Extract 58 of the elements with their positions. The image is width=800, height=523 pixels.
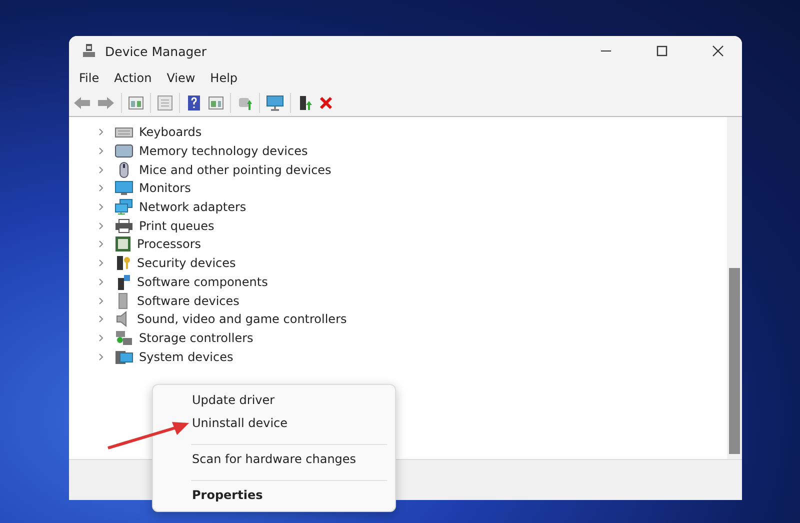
collapsed-chevron-icon[interactable]	[97, 184, 105, 192]
menu-item[interactable]: Action	[114, 71, 152, 85]
collapsed-chevron-icon[interactable]	[97, 334, 105, 342]
collapsed-chevron-icon[interactable]	[97, 315, 105, 324]
folder-monitor-icon	[115, 348, 133, 365]
collapsed-chevron-icon[interactable]	[97, 296, 105, 305]
tree-item[interactable]: Network adapters	[139, 200, 246, 214]
key-icon	[115, 255, 131, 272]
tree-item[interactable]: Sound, video and game controllers	[137, 312, 347, 326]
menu-item[interactable]: Help	[210, 71, 238, 85]
scrollbar-thumb[interactable]	[729, 268, 740, 454]
tree-item[interactable]: Memory technology devices	[139, 144, 308, 158]
chip-icon	[115, 236, 131, 252]
tree-item[interactable]: System devices	[139, 350, 234, 364]
tree-item[interactable]: Mice and other pointing devices	[139, 162, 332, 177]
tree-item[interactable]: Security devices	[137, 256, 236, 270]
printer-icon	[115, 218, 133, 233]
collapsed-chevron-icon[interactable]	[97, 259, 105, 268]
add-driver-icon[interactable]	[297, 95, 313, 111]
back-arrow-icon[interactable]	[73, 96, 91, 110]
collapsed-chevron-icon[interactable]	[97, 352, 105, 361]
tree-item[interactable]: Software devices	[137, 294, 240, 308]
forward-arrow-icon[interactable]	[97, 96, 115, 110]
memory-card-icon	[115, 144, 133, 158]
collapsed-chevron-icon[interactable]	[97, 128, 105, 136]
delete-icon[interactable]	[319, 96, 333, 110]
collapsed-chevron-icon[interactable]	[97, 240, 105, 248]
monitor-icon[interactable]	[266, 95, 284, 111]
window-title: Device Manager	[105, 44, 207, 58]
scan-hardware-icon[interactable]	[237, 95, 253, 111]
menu-item[interactable]: View	[166, 71, 196, 85]
tree-item[interactable]: Processors	[137, 237, 202, 252]
tree-item[interactable]: Print queues	[139, 218, 214, 233]
tree-item[interactable]: Monitors	[139, 181, 191, 196]
menu-item[interactable]: File	[79, 71, 100, 85]
tree-item[interactable]: Keyboards	[139, 125, 202, 140]
tree-item[interactable]: Software components	[137, 274, 268, 289]
storage-icon	[115, 330, 133, 346]
collapsed-chevron-icon[interactable]	[97, 166, 105, 174]
context-menu-item[interactable]: Uninstall device	[153, 412, 395, 435]
network-icon	[115, 199, 133, 216]
action-pane-icon[interactable]	[208, 95, 224, 111]
help-icon[interactable]	[186, 95, 202, 111]
properties-icon[interactable]	[157, 95, 173, 111]
scrollbar[interactable]	[727, 117, 742, 459]
monitor-icon	[115, 181, 133, 196]
collapsed-chevron-icon[interactable]	[97, 203, 105, 212]
close-icon[interactable]	[712, 45, 724, 57]
keyboard-icon	[115, 125, 133, 140]
collapsed-chevron-icon[interactable]	[97, 147, 105, 156]
tree-item[interactable]: Storage controllers	[139, 330, 254, 345]
context-menu-item[interactable]: Update driver	[153, 389, 395, 412]
computer-icon	[81, 43, 97, 59]
console-tree-icon[interactable]	[128, 95, 144, 111]
component-icon	[115, 274, 131, 290]
collapsed-chevron-icon[interactable]	[97, 222, 105, 230]
collapsed-chevron-icon[interactable]	[97, 278, 105, 286]
maximize-icon[interactable]	[656, 45, 668, 57]
